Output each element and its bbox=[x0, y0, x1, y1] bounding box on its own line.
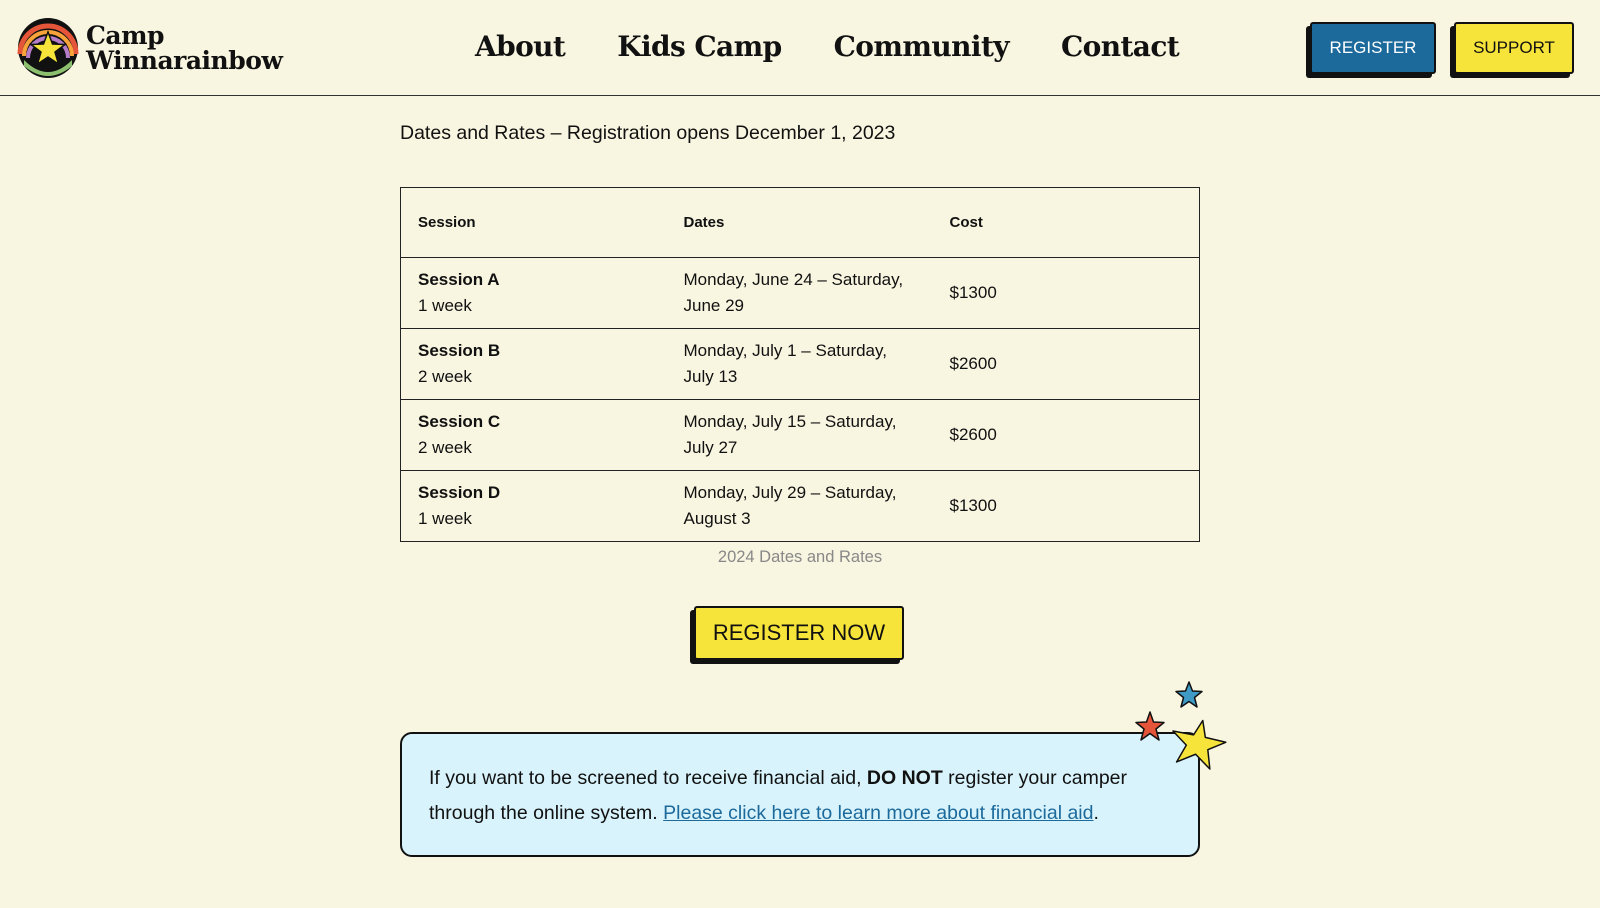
session-cost: $2600 bbox=[932, 399, 1200, 471]
nav-item-kids-camp[interactable]: Kids Camp bbox=[617, 30, 782, 63]
decorative-stars bbox=[1135, 681, 1227, 770]
session-cell: Session D 1 week bbox=[401, 471, 667, 542]
session-cost: $1300 bbox=[949, 496, 997, 515]
table-row: Session C 2 week Monday, July 15 – Satur… bbox=[400, 399, 1200, 471]
session-name: Session B bbox=[418, 341, 501, 360]
session-length: 1 week bbox=[418, 296, 472, 315]
session-length: 2 week bbox=[418, 367, 472, 386]
session-cell: Session C 2 week bbox=[400, 399, 667, 471]
dates-rates-intro: Dates and Rates – Registration opens Dec… bbox=[400, 122, 896, 144]
table-row: Session B 2 week Monday, July 1 – Saturd… bbox=[400, 328, 1200, 400]
brand-name: Camp Winnarainbow bbox=[86, 21, 283, 75]
session-name: Session A bbox=[418, 270, 500, 289]
brand-line-2: Winnarainbow bbox=[86, 46, 283, 75]
session-dates: Monday, July 15 – Saturday, July 27 bbox=[666, 399, 933, 471]
session-cell: Session B 2 week bbox=[400, 328, 667, 400]
register-now-button[interactable]: REGISTER NOW bbox=[694, 606, 904, 660]
session-name: Session D bbox=[418, 483, 501, 502]
session-name: Session C bbox=[418, 412, 501, 431]
session-length: 1 week bbox=[418, 509, 472, 528]
site-header: Camp Winnarainbow About Kids Camp Commun… bbox=[0, 0, 1600, 96]
table-header-row: Session Dates Cost bbox=[400, 187, 1200, 258]
main-nav: About Kids Camp Community Contact bbox=[475, 30, 1231, 63]
session-cell: Session A 1 week bbox=[400, 257, 667, 329]
session-cost: $2600 bbox=[932, 328, 1200, 400]
header-register-button[interactable]: REGISTER bbox=[1310, 22, 1436, 74]
table-row: Session D 1 week Monday, July 29 – Satur… bbox=[401, 471, 1200, 542]
nav-item-contact[interactable]: Contact bbox=[1061, 30, 1180, 63]
header-support-button[interactable]: SUPPORT bbox=[1454, 22, 1574, 74]
table-row: Session A 1 week Monday, June 24 – Satur… bbox=[400, 257, 1200, 329]
session-dates: Monday, July 1 – Saturday, July 13 bbox=[666, 328, 933, 400]
session-length: 2 week bbox=[418, 438, 472, 457]
red-star-icon bbox=[1135, 711, 1165, 741]
table-caption: 2024 Dates and Rates bbox=[717, 548, 883, 566]
yellow-star-icon bbox=[1172, 719, 1227, 770]
notice-text-after: . bbox=[1093, 802, 1099, 824]
financial-aid-notice: If you want to be screened to receive fi… bbox=[400, 732, 1200, 857]
brand-line-1: Camp bbox=[86, 21, 165, 50]
financial-aid-link[interactable]: Please click here to learn more about fi… bbox=[663, 802, 1093, 824]
rates-table: Session Dates Cost Session A 1 week Mond… bbox=[400, 187, 1200, 542]
rainbow-star-logo-icon bbox=[17, 18, 79, 78]
site-logo[interactable]: Camp Winnarainbow bbox=[16, 16, 283, 80]
nav-item-community[interactable]: Community bbox=[834, 30, 1010, 63]
session-cost: $1300 bbox=[932, 257, 1200, 329]
header-cost: Cost bbox=[932, 187, 1200, 258]
blue-star-icon bbox=[1175, 681, 1203, 708]
session-dates: Monday, July 29 – Saturday, August 3 bbox=[683, 483, 897, 528]
notice-emphasis: DO NOT bbox=[866, 767, 943, 789]
notice-text-before: If you want to be screened to receive fi… bbox=[429, 767, 867, 789]
session-dates: Monday, June 24 – Saturday, June 29 bbox=[666, 257, 933, 329]
header-dates: Dates bbox=[666, 187, 933, 258]
header-session: Session bbox=[400, 187, 667, 258]
nav-item-about[interactable]: About bbox=[475, 30, 566, 63]
